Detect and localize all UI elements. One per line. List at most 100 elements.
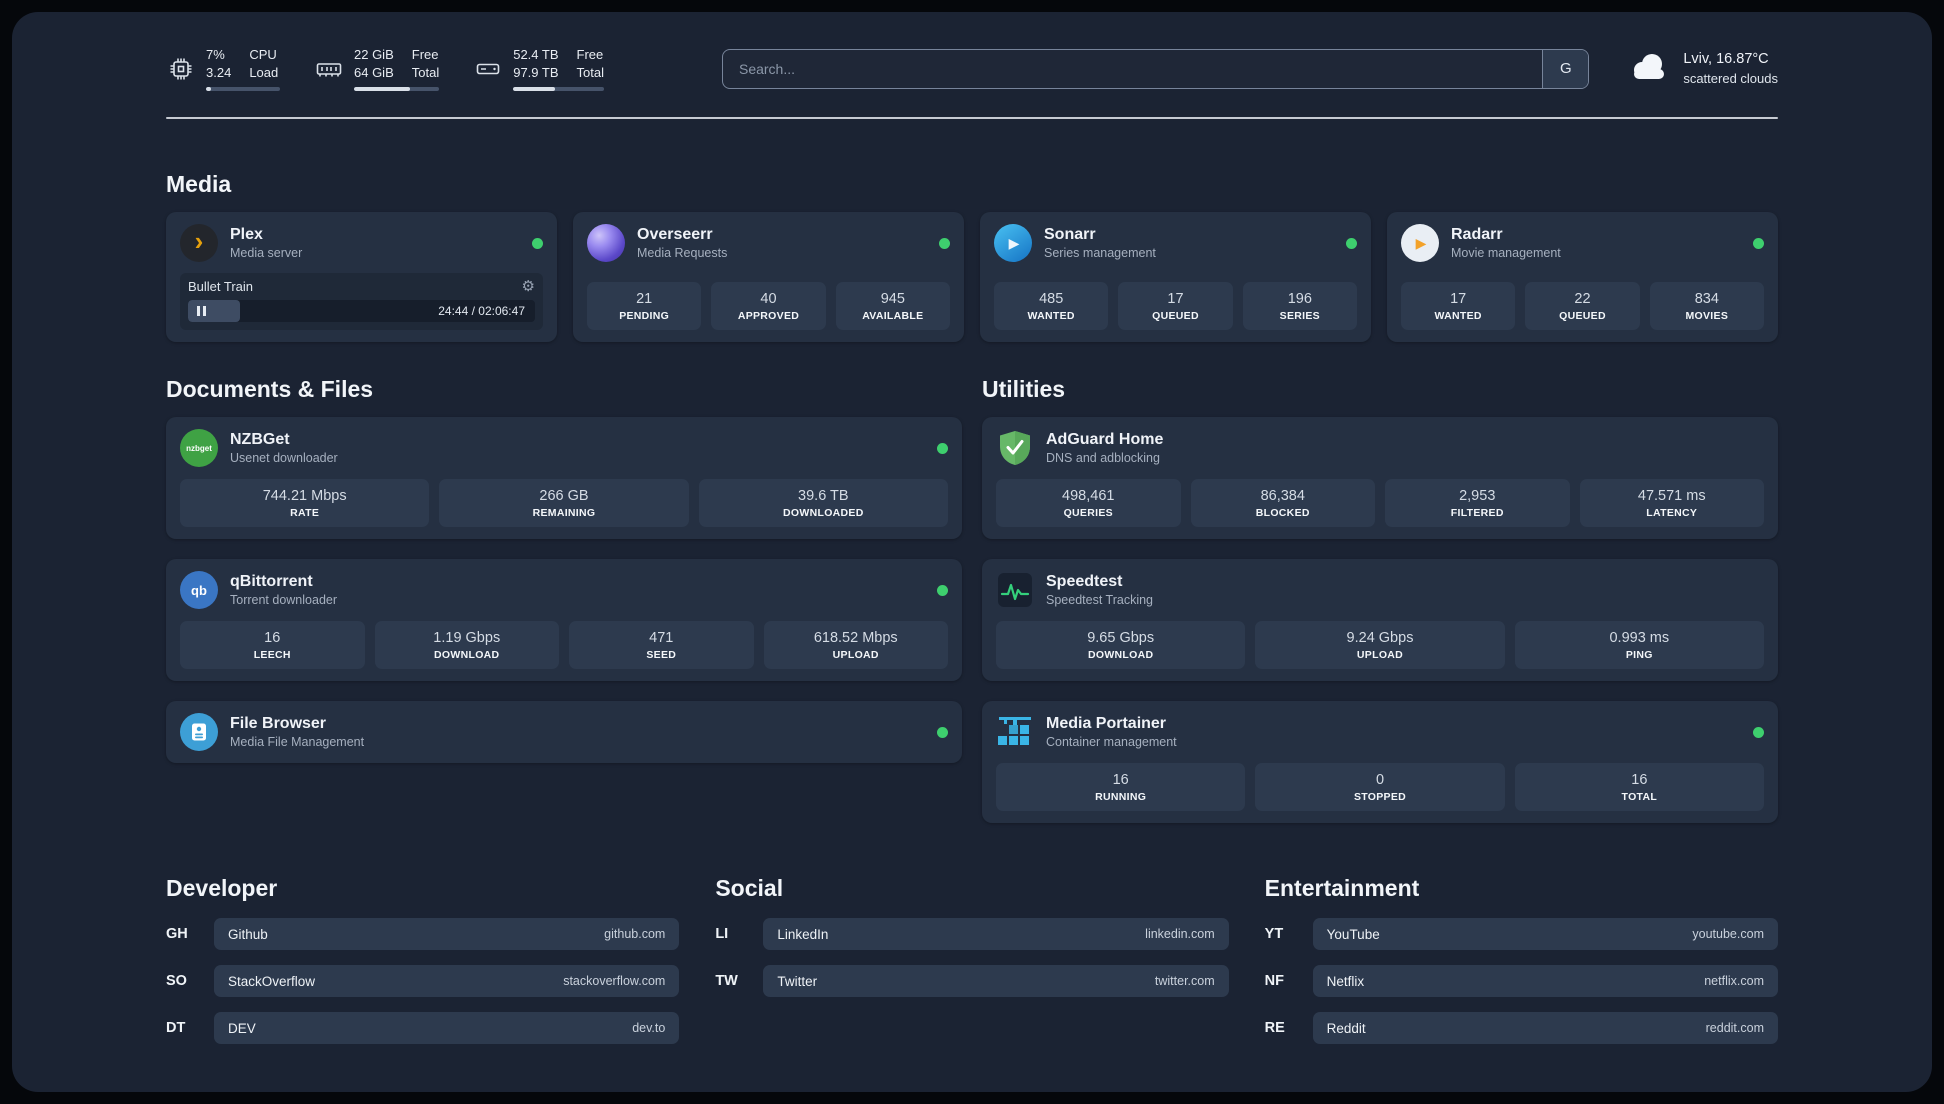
app-desc: Container management (1046, 735, 1177, 750)
link-name: DEV (228, 1020, 256, 1036)
link-stackoverflow[interactable]: StackOverflow stackoverflow.com (214, 965, 680, 998)
app-desc: Media server (230, 246, 303, 261)
reddit-abbr-icon: RE (1264, 1020, 1285, 1037)
link-url: dev.to (632, 1021, 666, 1036)
cpu-load-label: Load (249, 65, 279, 81)
qbittorrent-card[interactable]: qBittorrent Torrent downloader 16 LEECH … (166, 559, 962, 682)
ram-usage-bar-fill (354, 87, 411, 92)
section-title-developer: Developer (166, 875, 278, 902)
stat-value: 16 (264, 629, 281, 646)
stat-box: 744.21 Mbps RATE (180, 479, 430, 528)
links-area: Developer GH Github github.com SO StackO… (166, 875, 1778, 1059)
cpu-icon (166, 54, 196, 84)
stat-box: 16 TOTAL (1514, 763, 1764, 812)
stat-label: QUEUED (1559, 309, 1606, 322)
app-name: AdGuard Home (1046, 431, 1164, 449)
filebrowser-card[interactable]: File Browser Media File Management (166, 701, 962, 764)
stat-label: STOPPED (1353, 790, 1407, 803)
playback-progress-bar[interactable]: 24:44 / 02:06:47 (188, 300, 535, 323)
speedtest-card[interactable]: Speedtest Speedtest Tracking 9.65 Gbps D… (982, 559, 1778, 682)
link-row: SO StackOverflow stackoverflow.com (166, 965, 680, 998)
link-url: twitter.com (1154, 974, 1215, 989)
link-netflix[interactable]: Netflix netflix.com (1312, 965, 1778, 998)
status-dot (939, 237, 950, 249)
developer-links: Developer GH Github github.com SO StackO… (166, 875, 680, 1059)
stat-value: 9.24 Gbps (1346, 629, 1414, 646)
cpu-label: CPU (249, 47, 277, 62)
plex-icon (180, 224, 218, 263)
portainer-card[interactable]: Media Portainer Container management 16 … (982, 701, 1778, 824)
media-section: Plex Media server Bullet Train ⚙ 24:44 /… (166, 212, 1778, 343)
stat-value: 17 (1450, 290, 1467, 307)
stat-value: 86,384 (1260, 487, 1305, 504)
status-dot (1753, 237, 1764, 249)
link-url: linkedin.com (1145, 927, 1215, 942)
plex-card[interactable]: Plex Media server Bullet Train ⚙ 24:44 /… (166, 212, 557, 343)
disk-total-value: 97.9 TB (513, 65, 559, 81)
filebrowser-icon (180, 713, 218, 752)
stat-box: 618.52 Mbps UPLOAD (763, 621, 948, 670)
stat-box: 834 MOVIES (1649, 282, 1764, 331)
link-row: GH Github github.com (166, 918, 680, 951)
stat-box: 21 PENDING (587, 282, 702, 331)
link-dev[interactable]: DEV dev.to (214, 1012, 680, 1045)
nzbget-card[interactable]: NZBGet Usenet downloader 744.21 Mbps RAT… (166, 417, 962, 540)
stat-label: WANTED (1027, 309, 1075, 322)
section-title-social: Social (715, 875, 784, 902)
ram-free-label: Free (411, 47, 439, 62)
search-input[interactable] (722, 49, 1543, 88)
stat-value: 16 (1112, 771, 1129, 788)
ram-usage-bar (354, 87, 440, 92)
sonarr-card[interactable]: Sonarr Series management 485 WANTED 17 Q… (980, 212, 1371, 343)
stat-value: 0.993 ms (1609, 629, 1670, 646)
cpu-load-value: 3.24 (206, 65, 232, 81)
stat-label: QUEUED (1152, 309, 1199, 322)
stat-value: 17 (1167, 290, 1184, 307)
link-name: Reddit (1326, 1020, 1366, 1036)
app-name: Speedtest (1046, 573, 1123, 591)
stat-value: 2,953 (1459, 487, 1496, 504)
stat-box: 945 AVAILABLE (835, 282, 950, 331)
adguard-card[interactable]: AdGuard Home DNS and adblocking 498,461 … (982, 417, 1778, 540)
stat-box: 17 QUEUED (1118, 282, 1233, 331)
link-linkedin[interactable]: LinkedIn linkedin.com (763, 918, 1229, 951)
stat-box: 16 LEECH (180, 621, 365, 670)
stat-label: SERIES (1279, 309, 1320, 322)
stat-value: 266 GB (539, 487, 589, 504)
link-github[interactable]: Github github.com (214, 918, 680, 951)
overseerr-card[interactable]: Overseerr Media Requests 21 PENDING 40 A… (573, 212, 964, 343)
stat-value: 9.65 Gbps (1087, 629, 1155, 646)
ram-metric: 22 GiB 64 GiB Free Total (314, 46, 440, 92)
stat-label: UPLOAD (832, 648, 879, 661)
stat-box: 471 SEED (569, 621, 754, 670)
app-desc: Usenet downloader (230, 451, 338, 466)
twitter-abbr-icon: TW (715, 973, 738, 990)
stat-box: 196 SERIES (1242, 282, 1357, 331)
app-desc: Series management (1044, 246, 1156, 261)
stat-label: TOTAL (1621, 790, 1658, 803)
stat-label: DOWNLOAD (434, 648, 500, 661)
pause-icon[interactable] (197, 306, 206, 317)
cpu-usage-bar-fill (206, 87, 212, 92)
disk-total-label: Total (576, 65, 604, 81)
ram-free-value: 22 GiB (354, 47, 394, 62)
link-twitter[interactable]: Twitter twitter.com (763, 965, 1229, 998)
app-name: Sonarr (1044, 226, 1096, 244)
search-engine-button[interactable]: G (1542, 49, 1589, 88)
stat-value: 21 (636, 290, 653, 307)
stat-box: 16 RUNNING (996, 763, 1246, 812)
stat-label: APPROVED (737, 309, 800, 322)
link-name: Github (228, 926, 268, 942)
link-url: github.com (604, 927, 666, 942)
app-name: Media Portainer (1046, 715, 1167, 733)
stat-label: QUERIES (1063, 506, 1113, 519)
gear-icon[interactable]: ⚙ (522, 279, 535, 294)
radarr-card[interactable]: Radarr Movie management 17 WANTED 22 QUE… (1387, 212, 1778, 343)
link-row: YT YouTube youtube.com (1265, 918, 1778, 951)
disk-metric: 52.4 TB 97.9 TB Free Total (473, 46, 604, 92)
link-reddit[interactable]: Reddit reddit.com (1312, 1012, 1778, 1045)
stat-value: 498,461 (1062, 487, 1115, 504)
link-youtube[interactable]: YouTube youtube.com (1312, 918, 1778, 951)
status-dot (937, 726, 948, 738)
system-metrics: 7% 3.24 CPU Load 22 GiB 64 GiB Free Tota… (166, 46, 604, 92)
